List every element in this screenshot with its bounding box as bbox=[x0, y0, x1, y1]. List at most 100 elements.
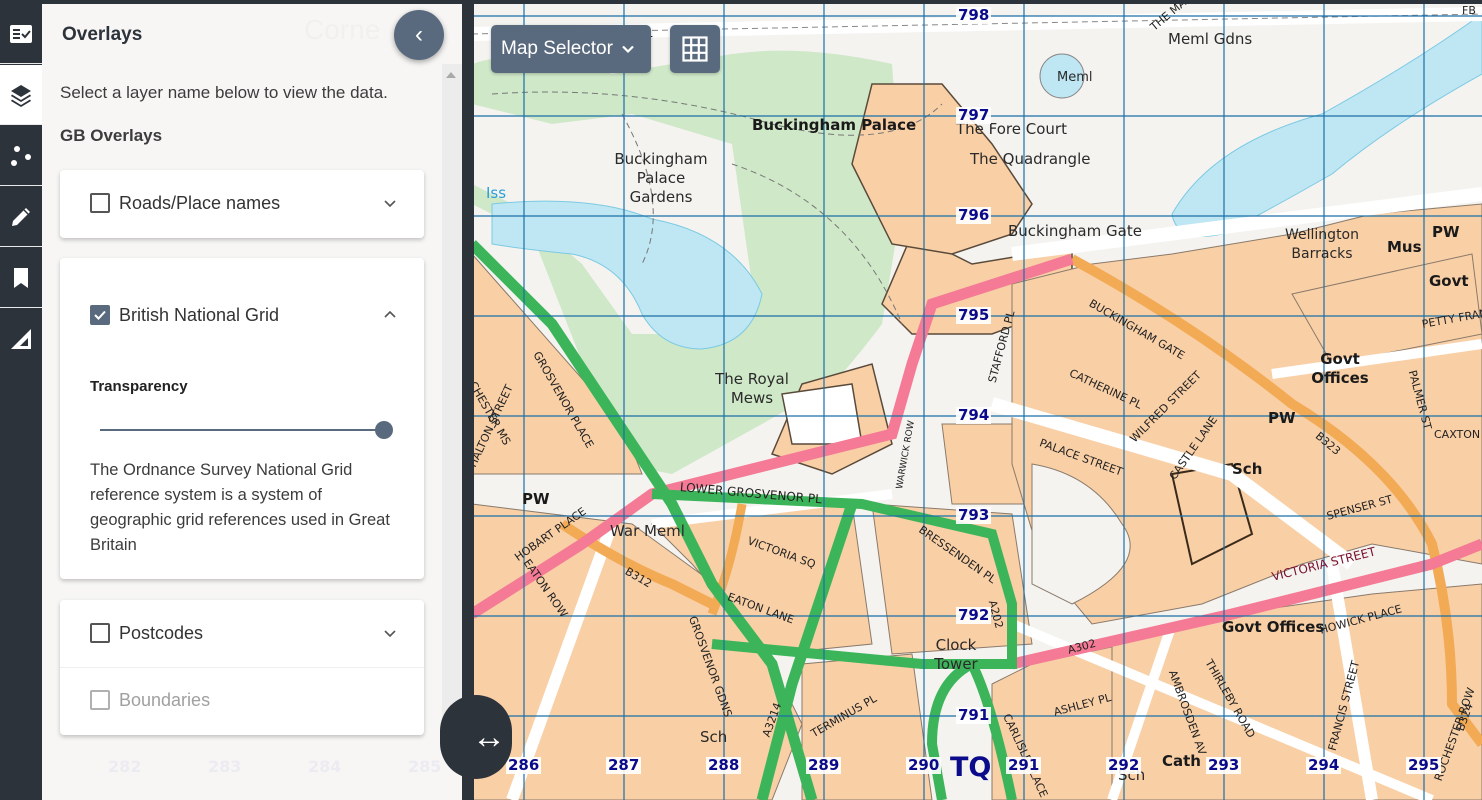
map-place-label: Buckingham Palace Gardens bbox=[614, 150, 708, 206]
map-place-label: Meml Gdns bbox=[1168, 30, 1253, 48]
easting-label: 295 bbox=[1406, 756, 1442, 774]
top-border bbox=[0, 0, 1482, 4]
map-selector-button[interactable]: Map Selector bbox=[491, 25, 651, 73]
easting-label: 292 bbox=[1106, 756, 1142, 774]
map-place-label: Sch bbox=[700, 728, 728, 746]
map-view[interactable]: Buckingham Palace Buckingham Palace Gard… bbox=[472, 4, 1482, 800]
set-square-icon bbox=[11, 329, 31, 349]
pencil-icon bbox=[12, 207, 30, 226]
easting-label: 286 bbox=[506, 756, 542, 774]
ghost-place-label: Corne bbox=[304, 14, 381, 45]
map-place-label: PW bbox=[1268, 409, 1296, 427]
northing-label: 795 bbox=[956, 306, 992, 324]
map-street-label: FB bbox=[1462, 4, 1476, 17]
ghost-grid-label: 284 bbox=[308, 757, 342, 776]
bookmark-icon bbox=[14, 267, 28, 288]
rail-button-legend[interactable] bbox=[0, 4, 42, 64]
boundaries-checkbox[interactable] bbox=[90, 690, 110, 710]
postcodes-checkbox[interactable] bbox=[90, 623, 110, 643]
map-selector-label: Map Selector bbox=[501, 38, 613, 59]
roads-checkbox[interactable] bbox=[90, 193, 110, 213]
grid-icon bbox=[682, 36, 708, 62]
easting-label: 289 bbox=[806, 756, 842, 774]
map-place-label: The Quadrangle bbox=[970, 150, 1091, 168]
panel-title: Overlays bbox=[62, 24, 143, 45]
northing-label: 796 bbox=[956, 206, 992, 224]
ghost-grid-label: 283 bbox=[208, 757, 242, 776]
overlay-label: Postcodes bbox=[119, 622, 204, 643]
grid-toggle-button[interactable] bbox=[670, 25, 720, 73]
resize-horizontal-icon: ↔ bbox=[472, 718, 506, 756]
app: Corne 281 282 283 284 285 Overlays ‹ Sel… bbox=[0, 0, 1482, 800]
map-place-label: The Royal Mews bbox=[715, 370, 789, 407]
map-place-label: Clock Tower bbox=[934, 636, 978, 673]
rail-button-draw[interactable] bbox=[0, 187, 42, 247]
overlay-row-postcodes[interactable]: Postcodes bbox=[90, 618, 400, 648]
map-place-label: Mus bbox=[1387, 238, 1422, 256]
northing-label: 793 bbox=[956, 506, 992, 524]
map-water-label: Iss bbox=[486, 184, 507, 202]
transparency-slider[interactable] bbox=[100, 420, 393, 440]
overlay-label: Boundaries bbox=[119, 689, 211, 710]
overlay-row-roads[interactable]: Roads/Place names bbox=[90, 188, 400, 218]
scroll-up-arrow[interactable] bbox=[446, 72, 456, 78]
ghost-grid-label: 285 bbox=[408, 757, 442, 776]
map-place-label: Sch bbox=[1232, 460, 1263, 478]
national-grid-checkbox[interactable] bbox=[90, 305, 110, 325]
map-place-label: Meml bbox=[1057, 70, 1093, 85]
panel-splitter[interactable] bbox=[462, 0, 474, 800]
overlay-label: Roads/Place names bbox=[119, 192, 281, 213]
slider-track bbox=[100, 429, 384, 431]
northing-label: 798 bbox=[956, 6, 992, 24]
northing-label: 797 bbox=[956, 106, 992, 124]
northing-label: 791 bbox=[956, 706, 992, 724]
divider bbox=[60, 667, 424, 668]
side-rail bbox=[0, 0, 42, 369]
overlay-card-roads: Roads/Place names bbox=[60, 170, 424, 238]
rail-button-measure[interactable] bbox=[0, 309, 42, 369]
map-place-label: PW bbox=[1432, 223, 1460, 241]
map-place-label: Buckingham Gate bbox=[1008, 222, 1142, 240]
map-place-label: Govt bbox=[1429, 272, 1469, 290]
grid-square-label: TQ bbox=[950, 752, 992, 783]
resize-handle[interactable]: ↔ bbox=[440, 695, 512, 779]
map-place-label: Buckingham Palace bbox=[752, 116, 917, 134]
map-place-label: PW bbox=[522, 490, 550, 508]
map-place-label: Wellington Barracks bbox=[1285, 227, 1359, 262]
layers-icon bbox=[11, 84, 31, 107]
overlay-row-boundaries[interactable]: Boundaries bbox=[90, 685, 400, 715]
map-place-label: Govt Offices bbox=[1222, 618, 1325, 636]
easting-label: 288 bbox=[706, 756, 742, 774]
overlay-row-national-grid[interactable]: British National Grid bbox=[90, 300, 400, 330]
easting-label: 293 bbox=[1206, 756, 1242, 774]
map-place-label: Govt Offices bbox=[1311, 350, 1369, 387]
collapse-panel-button[interactable]: ‹ bbox=[394, 10, 444, 60]
easting-label: 287 bbox=[606, 756, 642, 774]
map-street-label: CAXTON ST bbox=[1434, 428, 1482, 441]
overlay-card-national-grid: British National Grid Transparency The O… bbox=[60, 258, 424, 579]
panel-scrollbar[interactable] bbox=[442, 64, 462, 750]
transparency-label: Transparency bbox=[90, 378, 188, 395]
overlay-label: British National Grid bbox=[119, 304, 280, 325]
chevron-down-icon[interactable] bbox=[380, 193, 400, 213]
chevron-left-icon: ‹ bbox=[415, 21, 423, 48]
easting-label: 290 bbox=[906, 756, 942, 774]
rail-button-bookmark[interactable] bbox=[0, 248, 42, 308]
overlay-description: The Ordnance Survey National Grid refere… bbox=[90, 461, 390, 554]
ghost-grid-label: 282 bbox=[108, 757, 142, 776]
checklist-icon bbox=[10, 24, 32, 43]
easting-label: 294 bbox=[1306, 756, 1342, 774]
panel-intro: Select a layer name below to view the da… bbox=[60, 83, 388, 102]
overlays-panel: Corne 281 282 283 284 285 Overlays ‹ Sel… bbox=[42, 4, 462, 800]
easting-label: 291 bbox=[1006, 756, 1042, 774]
chevron-up-icon[interactable] bbox=[380, 305, 400, 325]
northing-label: 792 bbox=[956, 606, 992, 624]
rail-button-layers[interactable] bbox=[0, 65, 42, 125]
overlay-card-group: Postcodes Boundaries bbox=[60, 600, 424, 735]
section-title: GB Overlays bbox=[60, 126, 163, 145]
chevron-down-icon[interactable] bbox=[380, 623, 400, 643]
slider-thumb[interactable] bbox=[375, 421, 393, 439]
rail-button-points[interactable] bbox=[0, 126, 42, 186]
points-icon bbox=[11, 145, 31, 166]
chevron-down-icon bbox=[622, 45, 634, 54]
